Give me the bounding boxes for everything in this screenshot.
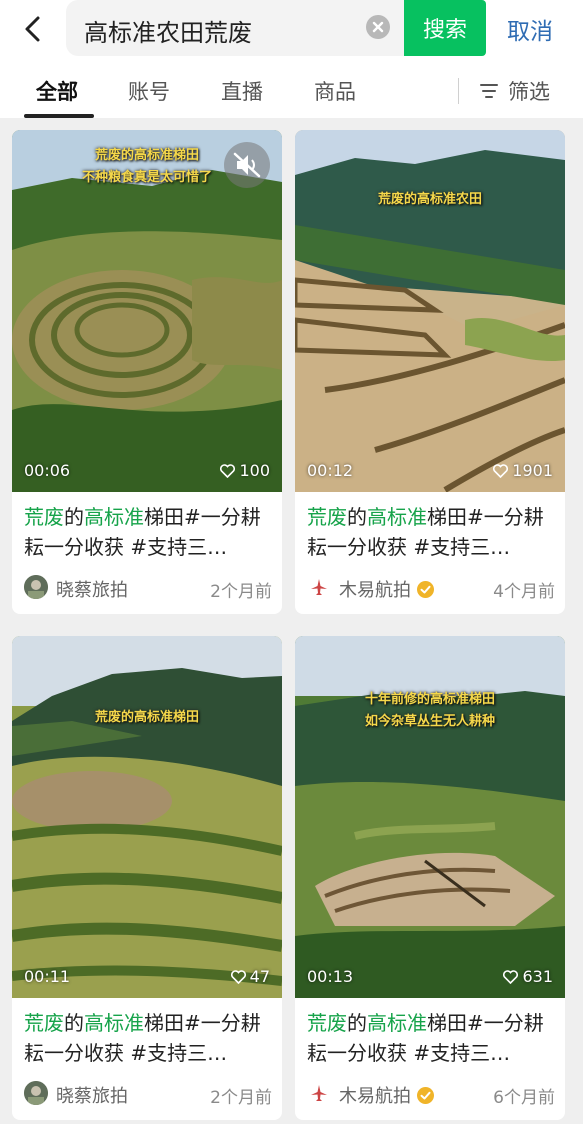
avatar[interactable] [24, 1081, 48, 1105]
video-meta: 木易航拍 6个月前 [307, 1078, 555, 1108]
divider [458, 78, 459, 104]
video-thumbnail[interactable]: 荒废的高标准梯田 00:11 47 [12, 636, 282, 998]
post-time: 2个月前 [210, 582, 272, 602]
verified-badge-icon [417, 1087, 434, 1104]
clear-search-button[interactable] [366, 15, 390, 39]
muted-speaker-icon [233, 152, 261, 178]
search-query-text: 高标准农田荒废 [84, 19, 252, 47]
tab-accounts[interactable]: 账号 [128, 76, 170, 106]
close-icon [372, 21, 384, 33]
video-title[interactable]: 荒废的高标准梯田#一分耕耘一分收获 #支持三… [307, 1008, 555, 1068]
search-button[interactable]: 搜索 [404, 0, 486, 56]
search-header: 高标准农田荒废 搜索 取消 [0, 0, 583, 64]
chevron-left-icon [25, 16, 40, 42]
post-time: 4个月前 [493, 582, 555, 602]
video-duration: 00:13 [307, 967, 354, 986]
video-meta: 晓蔡旅拍 2个月前 [24, 1078, 272, 1108]
video-caption-line: 荒废的高标准农田 [377, 192, 482, 207]
title-highlight: 荒废 [24, 1011, 64, 1035]
video-card[interactable]: 荒废的高标准梯田 00:11 47 荒废的高标准梯田#一分耕耘一分收获 #支持三… [12, 636, 282, 1120]
title-highlight: 高标准 [367, 505, 427, 529]
like-count-value: 1901 [512, 461, 553, 480]
heart-icon [220, 463, 236, 478]
video-title[interactable]: 荒废的高标准梯田#一分耕耘一分收获 #支持三… [307, 502, 555, 562]
author-name[interactable]: 晓蔡旅拍 [56, 576, 128, 602]
like-count-value: 100 [239, 461, 270, 480]
tab-products[interactable]: 商品 [314, 76, 356, 106]
title-text: 的 [64, 505, 84, 529]
back-button[interactable] [18, 12, 48, 46]
video-title[interactable]: 荒废的高标准梯田#一分耕耘一分收获 #支持三… [24, 1008, 272, 1068]
filter-tabs: 全部 账号 直播 商品 筛选 [0, 64, 583, 118]
video-duration: 00:06 [24, 461, 71, 480]
like-count-value: 47 [249, 967, 270, 986]
filter-label: 筛选 [508, 80, 550, 104]
title-highlight: 荒废 [24, 505, 64, 529]
video-thumbnail[interactable]: 荒废的高标准梯田 不种粮食真是太可惜了 00:06 100 [12, 130, 282, 492]
like-count: 1901 [493, 461, 553, 480]
video-duration: 00:12 [307, 461, 354, 480]
avatar[interactable] [307, 575, 331, 599]
filter-icon [480, 84, 498, 98]
avatar[interactable] [307, 1081, 331, 1105]
video-caption-line: 十年前修的高标准梯田 [364, 692, 495, 707]
verified-badge-icon [417, 581, 434, 598]
video-title[interactable]: 荒废的高标准梯田#一分耕耘一分收获 #支持三… [24, 502, 272, 562]
author-name[interactable]: 木易航拍 [339, 576, 434, 602]
author-label: 木易航拍 [339, 1086, 411, 1107]
video-card[interactable]: 荒废的高标准农田 00:12 1901 荒废的高标准梯田#一分耕耘一分收获 #支… [295, 130, 565, 614]
terraced-hills-image [12, 636, 282, 998]
tab-live[interactable]: 直播 [221, 76, 263, 106]
like-count: 100 [220, 461, 270, 480]
author-name[interactable]: 晓蔡旅拍 [56, 1082, 128, 1108]
search-input[interactable]: 高标准农田荒废 [66, 0, 416, 56]
like-count: 631 [503, 967, 553, 986]
active-tab-indicator [24, 114, 94, 118]
author-label: 木易航拍 [339, 580, 411, 601]
post-time: 6个月前 [493, 1088, 555, 1108]
title-highlight: 荒废 [307, 1011, 347, 1035]
author-name[interactable]: 木易航拍 [339, 1082, 434, 1108]
like-count: 47 [230, 967, 270, 986]
title-text: 的 [347, 1011, 367, 1035]
filter-button[interactable]: 筛选 [478, 76, 550, 106]
title-highlight: 高标准 [84, 1011, 144, 1035]
video-thumbnail[interactable]: 十年前修的高标准梯田 如今杂草丛生无人耕种 00:13 631 [295, 636, 565, 998]
video-caption-line: 如今杂草丛生无人耕种 [364, 714, 495, 729]
title-highlight: 高标准 [84, 505, 144, 529]
heart-icon [493, 463, 509, 478]
avatar[interactable] [24, 575, 48, 599]
like-count-value: 631 [522, 967, 553, 986]
title-highlight: 荒废 [307, 505, 347, 529]
terraced-hills-image [295, 130, 565, 492]
video-duration: 00:11 [24, 967, 71, 986]
video-meta: 木易航拍 4个月前 [307, 572, 555, 602]
heart-icon [503, 969, 519, 984]
tab-all[interactable]: 全部 [36, 76, 78, 106]
video-card[interactable]: 荒废的高标准梯田 不种粮食真是太可惜了 00:06 100 荒废的高标准梯田#一… [12, 130, 282, 614]
video-meta: 晓蔡旅拍 2个月前 [24, 572, 272, 602]
mute-button[interactable] [224, 142, 270, 188]
post-time: 2个月前 [210, 1088, 272, 1108]
title-text: 的 [64, 1011, 84, 1035]
video-thumbnail[interactable]: 荒废的高标准农田 00:12 1901 [295, 130, 565, 492]
title-text: 的 [347, 505, 367, 529]
heart-icon [230, 969, 246, 984]
video-caption-line: 荒废的高标准梯田 [94, 710, 199, 725]
cancel-button[interactable]: 取消 [500, 12, 560, 46]
video-card[interactable]: 十年前修的高标准梯田 如今杂草丛生无人耕种 00:13 631 荒废的高标准梯田… [295, 636, 565, 1120]
title-highlight: 高标准 [367, 1011, 427, 1035]
